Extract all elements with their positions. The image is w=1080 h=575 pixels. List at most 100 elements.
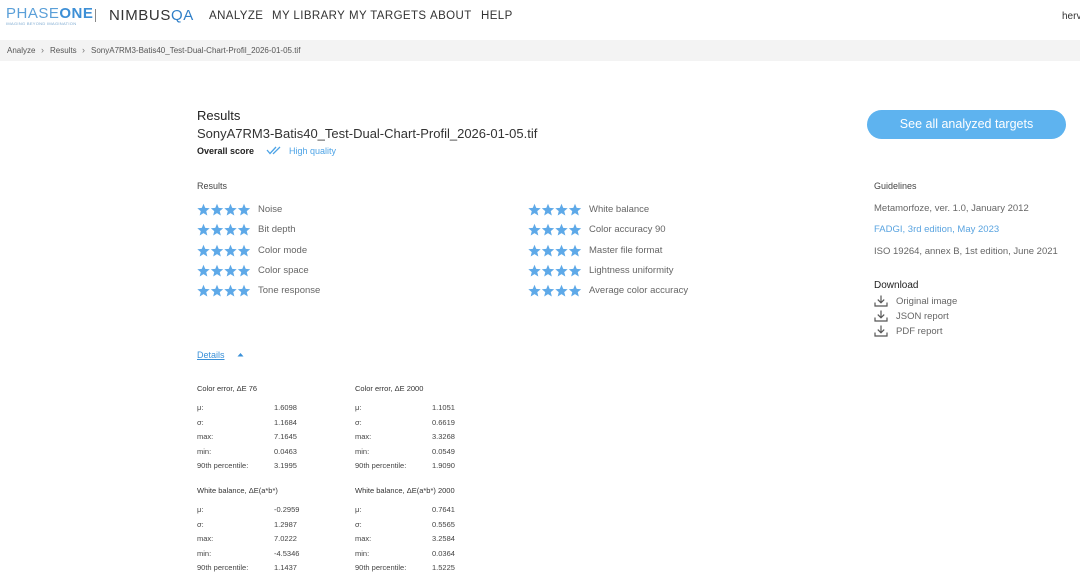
star-icon: [555, 264, 568, 277]
double-check-icon: [266, 146, 281, 155]
stat-value: 7.0222: [274, 534, 297, 544]
stat-value: 3.2584: [432, 534, 455, 544]
nav-analyze[interactable]: ANALYZE: [209, 10, 263, 22]
star-icon: [197, 244, 210, 257]
star-icon: [568, 284, 582, 297]
logo-nimbus-text: NIMBUS: [109, 7, 171, 24]
details-toggle[interactable]: Details: [197, 350, 225, 360]
result-label: Color accuracy 90: [589, 224, 666, 236]
stat-group-title: Color error, ΔE 76: [197, 384, 258, 393]
star-icon: [541, 284, 555, 297]
chevron-right-icon: ›: [82, 45, 85, 55]
star-icon: [210, 223, 224, 236]
nav-my-targets[interactable]: MY TARGETS: [349, 10, 427, 22]
guideline-fadgi-link[interactable]: FADGI, 3rd edition, May 2023: [874, 224, 999, 235]
download-icon: [874, 310, 888, 322]
nav-help[interactable]: HELP: [481, 10, 513, 22]
overall-score-label: Overall score: [197, 146, 255, 156]
star-icon: [541, 203, 555, 216]
download-label: Download: [874, 280, 919, 291]
star-icon: [555, 244, 568, 257]
star-icon: [555, 203, 568, 216]
stat-value: 0.0549: [432, 446, 455, 456]
star-icon: [224, 223, 237, 236]
star-icon: [210, 264, 224, 277]
stat-value: 0.0463: [274, 446, 297, 456]
stat-key: 90th percentile:: [355, 461, 407, 471]
stat-value: 3.1995: [274, 461, 297, 471]
stat-value: -0.2959: [274, 505, 300, 514]
stat-key: μ:: [355, 505, 362, 514]
breadcrumb-analyze[interactable]: Analyze: [7, 46, 35, 55]
star-icon: [541, 223, 555, 236]
result-label: Color mode: [258, 244, 308, 256]
star-icon: [528, 284, 541, 297]
result-label: Lightness uniformity: [589, 264, 674, 276]
star-icon: [528, 244, 541, 257]
logo-divider: [95, 9, 96, 22]
star-icon: [197, 203, 210, 216]
chevron-right-icon: ›: [41, 45, 44, 55]
stat-key: min:: [197, 446, 212, 456]
star-rating: [197, 244, 251, 257]
stat-key: σ:: [355, 417, 362, 427]
stat-value: 0.6619: [432, 417, 455, 427]
overall-score-value: High quality: [289, 146, 337, 156]
star-icon: [224, 244, 237, 257]
stat-key: σ:: [355, 519, 362, 529]
star-icon: [528, 223, 541, 236]
star-icon: [197, 264, 210, 277]
logo-one-text: ONE: [59, 5, 94, 22]
stat-value: 3.3268: [432, 432, 455, 442]
star-icon: [541, 264, 555, 277]
result-label: Bit depth: [258, 224, 296, 236]
result-label: Average color accuracy: [589, 285, 689, 297]
star-icon: [541, 244, 555, 257]
see-all-targets-button[interactable]: See all analyzed targets: [867, 110, 1066, 139]
star-icon: [210, 284, 224, 297]
stat-key: max:: [197, 432, 214, 442]
file-name: SonyA7RM3-Batis40_Test-Dual-Chart-Profil…: [197, 126, 538, 141]
star-icon: [197, 284, 210, 297]
star-icon: [568, 203, 582, 216]
stat-key: min:: [355, 548, 370, 558]
nav-my-library[interactable]: MY LIBRARY: [272, 10, 345, 22]
download-label[interactable]: PDF report: [896, 326, 942, 337]
star-icon: [528, 264, 541, 277]
star-icon: [237, 264, 251, 277]
logo-qa-text: QA: [170, 7, 194, 24]
stat-value: 1.2987: [274, 519, 297, 529]
nimbus-qa-logo[interactable]: NIMBUSQA: [109, 7, 194, 24]
download-icon: [874, 325, 888, 337]
nav-about[interactable]: ABOUT: [430, 10, 472, 22]
stat-value: 1.1051: [432, 403, 455, 412]
stat-value: 1.1684: [274, 417, 297, 427]
result-label: Noise: [258, 204, 283, 215]
star-icon: [224, 284, 237, 297]
stat-value: 1.1437: [274, 563, 297, 573]
star-icon: [197, 223, 210, 236]
stat-key: max:: [197, 534, 214, 544]
star-rating: [528, 284, 582, 297]
stat-key: 90th percentile:: [355, 563, 407, 573]
star-icon: [555, 223, 568, 236]
logo-tagline: IMAGING BEYOND IMAGINATION: [6, 21, 77, 26]
star-icon: [568, 264, 582, 277]
star-rating: [197, 264, 251, 277]
star-icon: [237, 244, 251, 257]
stat-value: 0.5565: [432, 519, 455, 529]
download-label[interactable]: Original image: [896, 296, 957, 307]
stat-value: 0.7641: [432, 505, 455, 514]
download-label[interactable]: JSON report: [896, 311, 949, 322]
result-label: Tone response: [258, 285, 321, 297]
breadcrumb-file: SonyA7RM3-Batis40_Test-Dual-Chart-Profil…: [91, 46, 301, 55]
stat-value: 1.6098: [274, 403, 297, 412]
guideline-metamorfoze: Metamorfoze, ver. 1.0, January 2012: [874, 203, 1029, 214]
download-icon: [874, 295, 888, 307]
stat-key: 90th percentile:: [197, 461, 249, 471]
stat-key: μ:: [355, 403, 362, 412]
star-icon: [568, 244, 582, 257]
breadcrumb-results[interactable]: Results: [50, 46, 77, 55]
user-menu[interactable]: herv: [1062, 11, 1080, 22]
chevron-up-icon[interactable]: [236, 351, 245, 358]
